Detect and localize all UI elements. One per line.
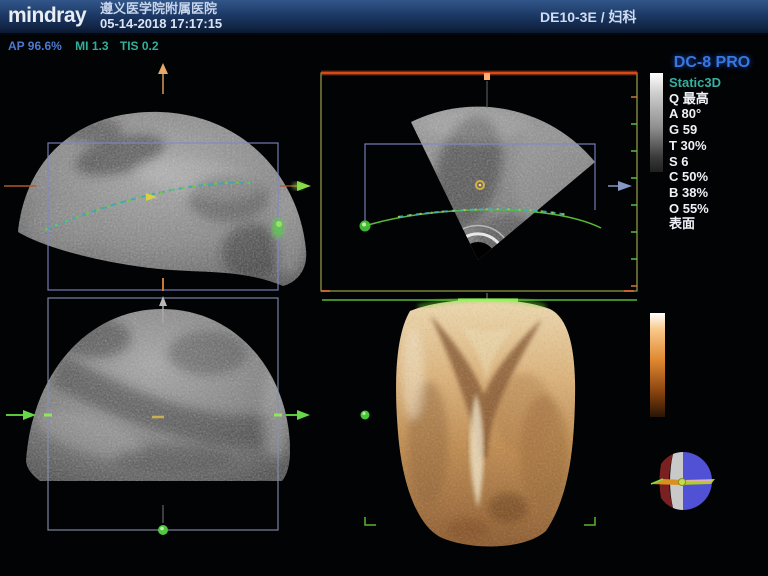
hospital-name: 遵义医学院附属医院 <box>100 1 222 16</box>
machine-model: DC-8 PRO <box>660 54 764 72</box>
quadrant-c-plane[interactable] <box>0 293 318 576</box>
mode-label: Static3D <box>669 75 765 91</box>
render-handle-dot[interactable] <box>361 411 370 420</box>
focus-arrow-marker[interactable] <box>608 181 632 191</box>
param-surface: 表面 <box>669 216 765 232</box>
thermal-index: TIS 0.2 <box>120 39 159 53</box>
param-threshold: T 30% <box>669 138 765 154</box>
probe-and-preset: DE10-3E / 妇科 <box>540 7 636 27</box>
param-quality: Q 最高 <box>669 91 765 107</box>
param-gain: G 59 <box>669 122 765 138</box>
acoustic-power: AP 96.6% <box>8 39 62 53</box>
ultrasound-screen: mindray 遵义医学院附属医院 05-14-2018 17:17:15 DE… <box>0 0 768 576</box>
param-opacity: O 55% <box>669 201 765 217</box>
trace-handle-dot[interactable] <box>360 221 371 232</box>
acoustic-status: AP 96.6% MI 1.3 TIS 0.2 <box>8 39 159 53</box>
render-colormap-bar <box>650 313 665 417</box>
uterus-3d-render <box>318 293 648 576</box>
exam-datetime: 05-14-2018 17:17:15 <box>100 16 222 31</box>
bottom-handle-dot[interactable] <box>158 525 168 535</box>
mechanical-index: MI 1.3 <box>75 39 108 53</box>
grayscale-map-bar <box>650 73 663 172</box>
exam-info: 遵义医学院附属医院 05-14-2018 17:17:15 <box>100 1 222 31</box>
param-smooth: S 6 <box>669 154 765 170</box>
param-contrast: C 50% <box>669 169 765 185</box>
imaging-parameters: Static3D Q 最高 A 80° G 59 T 30% S 6 C 50%… <box>669 75 765 232</box>
quadrant-a-plane[interactable] <box>0 60 318 293</box>
header-bar: mindray 遵义医学院附属医院 05-14-2018 17:17:15 DE… <box>0 0 768 35</box>
orientation-sphere-icon[interactable] <box>649 446 717 516</box>
param-brightness: B 38% <box>669 185 765 201</box>
b-plane-image <box>318 60 648 293</box>
quadrant-b-plane-active[interactable] <box>318 60 648 293</box>
up-arrow-marker[interactable] <box>158 63 168 94</box>
active-frame-top-line <box>321 73 637 108</box>
depth-ruler <box>631 97 637 286</box>
quadrant-3d-render[interactable] <box>318 293 648 576</box>
param-angle: A 80° <box>669 106 765 122</box>
mindray-logo: mindray <box>8 4 86 28</box>
